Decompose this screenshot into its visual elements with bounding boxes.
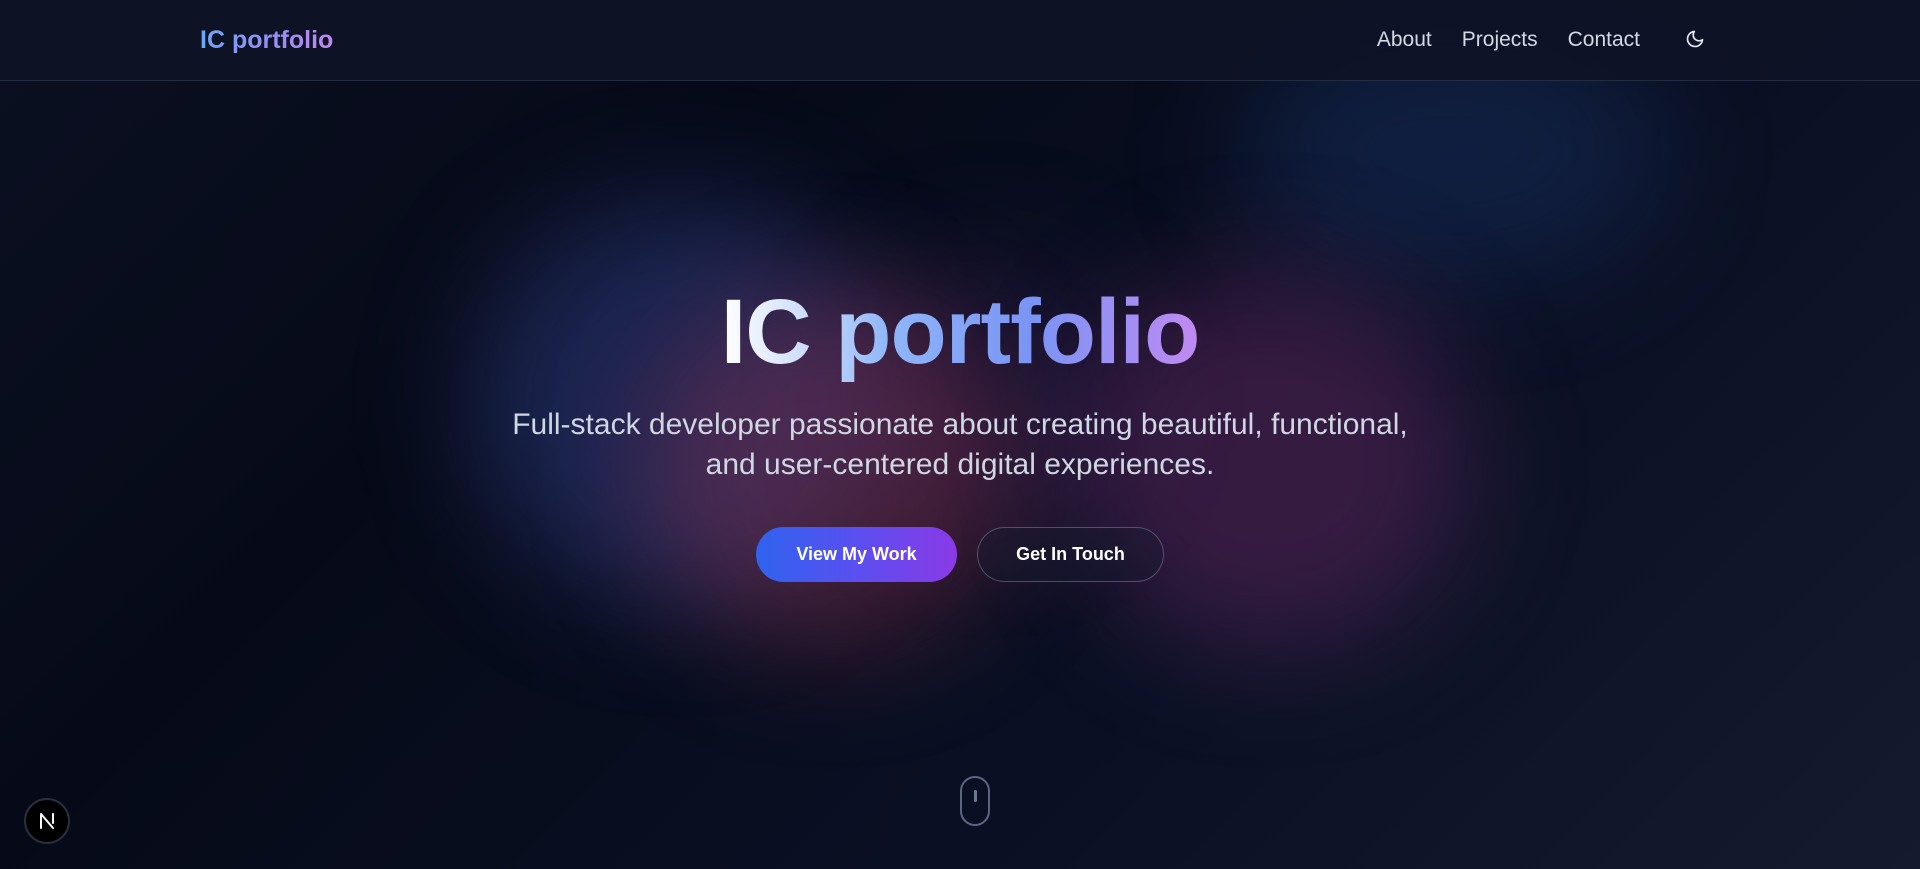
nextjs-devtools-button[interactable] [24,798,70,844]
nav-link-about[interactable]: About [1377,26,1432,54]
nav-link-contact[interactable]: Contact [1568,26,1640,54]
scroll-wheel [974,790,977,802]
page: IC portfolio About Projects Contact IC p… [0,0,1920,869]
navbar: IC portfolio About Projects Contact [0,0,1920,81]
moon-icon [1686,30,1704,48]
nextjs-icon [40,813,54,829]
get-in-touch-button[interactable]: Get In Touch [977,527,1164,582]
hero-actions: View My Work Get In Touch [756,527,1164,582]
hero-section: IC portfolio Full-stack developer passio… [0,0,1920,869]
mouse-scroll-icon[interactable] [960,776,990,826]
brand-logo[interactable]: IC portfolio [200,24,333,56]
hero-title: IC portfolio [0,280,1920,384]
hero-title-text: IC portfolio [720,281,1201,383]
hero-subtitle: Full-stack developer passionate about cr… [512,408,1408,481]
theme-toggle-button[interactable] [1680,24,1710,54]
view-my-work-button[interactable]: View My Work [756,527,957,582]
nav-link-projects[interactable]: Projects [1462,26,1538,54]
nav-links: About Projects Contact [1377,26,1640,54]
